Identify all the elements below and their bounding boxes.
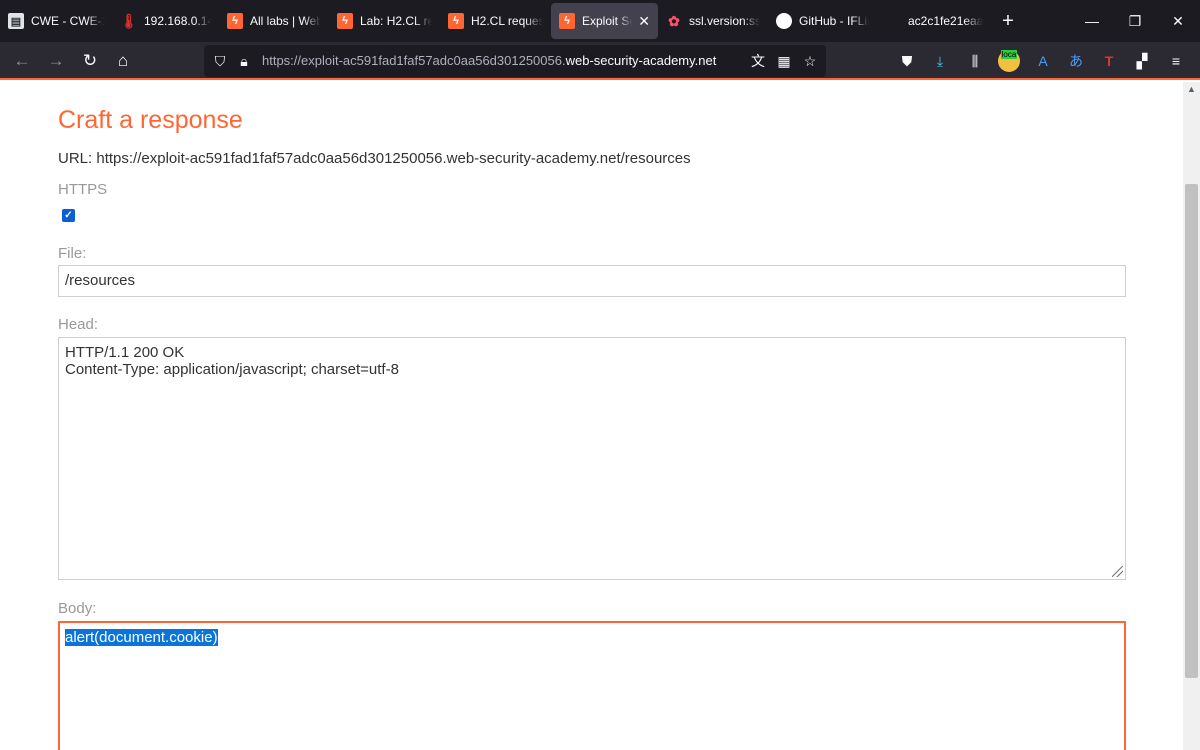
tab-exploit-server[interactable]: ϟ Exploit Serv ✕	[551, 3, 658, 39]
portswigger-icon: ϟ	[559, 13, 575, 29]
home-icon[interactable]: ⌂	[108, 46, 138, 76]
new-tab-button[interactable]: +	[991, 3, 1025, 39]
cwe-icon: ▤	[8, 13, 24, 29]
scrollbar-thumb[interactable]	[1185, 184, 1198, 678]
tab-title: Exploit Serv	[582, 14, 632, 28]
body-selected-text: alert(document.cookie)	[65, 629, 218, 646]
tab-github[interactable]: GitHub - IFLin	[768, 3, 877, 39]
library-icon[interactable]: ⫼	[964, 50, 986, 72]
qr-code-icon[interactable]: ▦	[774, 51, 794, 71]
portswigger-icon: ϟ	[448, 13, 464, 29]
head-textarea[interactable]: HTTP/1.1 200 OK Content-Type: applicatio…	[58, 337, 1126, 580]
portswigger-icon: ϟ	[227, 13, 243, 29]
page-title: Craft a response	[58, 106, 243, 134]
lock-icon[interactable]: 🔒︎	[234, 51, 254, 71]
tab-title: GitHub - IFLin	[799, 14, 869, 28]
close-tab-icon[interactable]: ✕	[638, 13, 650, 30]
tab-router[interactable]: 🌡 192.168.0.14/	[113, 3, 219, 39]
github-icon	[776, 13, 792, 29]
https-label: HTTPS	[58, 181, 108, 198]
reload-icon[interactable]: ↻	[75, 46, 105, 76]
tab-hash[interactable]: ac2c1fe21eaa6317	[877, 3, 991, 39]
body-label: Body:	[58, 600, 97, 617]
menu-icon[interactable]: ≡	[1165, 50, 1187, 72]
local-cdn-icon[interactable]: loca	[998, 49, 1020, 72]
ssl-icon: ✿	[668, 12, 680, 29]
exploit-url-line: URL: https://exploit-ac591fad1faf57adc0a…	[58, 150, 691, 167]
shield-icon[interactable]: ⛉	[210, 51, 230, 71]
navigation-toolbar: ← → ↻ ⌂ ⛉ 🔒︎ https://exploit-ac591fad1fa…	[0, 42, 1200, 80]
restore-button[interactable]: ❐	[1113, 0, 1157, 42]
back-icon[interactable]: ←	[7, 46, 37, 76]
file-label: File:	[58, 245, 87, 262]
tab-ssl[interactable]: ✿ ssl.version:sslv	[658, 3, 768, 39]
minimize-button[interactable]: —	[1070, 0, 1114, 42]
url-text[interactable]: https://exploit-ac591fad1faf57adc0aa56d3…	[262, 53, 716, 68]
head-text: HTTP/1.1 200 OK Content-Type: applicatio…	[65, 344, 399, 378]
tab-title: Lab: H2.CL re	[360, 14, 432, 28]
extensions-icon[interactable]: ▞	[1131, 50, 1153, 72]
bookmark-star-icon[interactable]: ☆	[800, 51, 820, 71]
https-checkbox[interactable]: ✓	[62, 209, 75, 222]
tab-lab-h2cl[interactable]: ϟ Lab: H2.CL re	[329, 3, 440, 39]
url-value: https://exploit-ac591fad1faf57adc0aa56d3…	[96, 150, 691, 167]
tab-title: CWE - CWE-1	[31, 14, 105, 28]
tab-h2cl-request[interactable]: ϟ H2.CL request	[440, 3, 551, 39]
head-label: Head:	[58, 316, 99, 333]
thermometer-icon: 🌡	[120, 12, 138, 29]
local-badge: loca	[1000, 49, 1018, 59]
text-extension-icon[interactable]: T	[1098, 50, 1120, 72]
blank-favicon-icon	[885, 13, 901, 29]
close-window-button[interactable]: ✕	[1156, 0, 1200, 42]
tab-title: ac2c1fe21eaa6317	[908, 14, 983, 28]
pocket-icon[interactable]: ⛊	[896, 50, 918, 72]
file-input[interactable]: /resources	[58, 265, 1126, 297]
address-bar[interactable]: ⛉ 🔒︎ https://exploit-ac591fad1faf57adc0a…	[204, 45, 826, 77]
tab-cwe[interactable]: ▤ CWE - CWE-1	[0, 3, 113, 39]
downloads-icon[interactable]: ⤓	[929, 50, 951, 72]
page-viewport: Craft a response URL: https://exploit-ac…	[0, 82, 1183, 750]
url-domain: web-security-academy.net	[565, 53, 717, 68]
resize-handle-icon[interactable]	[1112, 566, 1123, 577]
tab-title: ssl.version:sslv	[689, 14, 760, 28]
forward-icon[interactable]: →	[41, 46, 71, 76]
tab-strip: ▤ CWE - CWE-1 🌡 192.168.0.14/ ϟ All labs…	[0, 0, 1200, 42]
dictionary-icon[interactable]: あ	[1065, 50, 1087, 72]
translate-icon[interactable]: 文	[748, 51, 768, 71]
tab-title: H2.CL request	[471, 14, 543, 28]
translator-icon[interactable]: A	[1032, 50, 1054, 72]
url-label: URL:	[58, 150, 93, 167]
url-prefix: https://exploit-ac591fad1faf57adc0aa56d3…	[262, 53, 566, 68]
body-textarea[interactable]: alert(document.cookie)	[58, 621, 1126, 750]
scroll-up-arrow-icon[interactable]: ▲	[1187, 84, 1196, 94]
vertical-scrollbar[interactable]: ▲	[1183, 82, 1200, 750]
tab-all-labs[interactable]: ϟ All labs | Web	[219, 3, 329, 39]
checkmark-icon: ✓	[64, 210, 73, 221]
tab-title: 192.168.0.14/	[144, 14, 211, 28]
tab-title: All labs | Web	[250, 14, 321, 28]
portswigger-icon: ϟ	[337, 13, 353, 29]
